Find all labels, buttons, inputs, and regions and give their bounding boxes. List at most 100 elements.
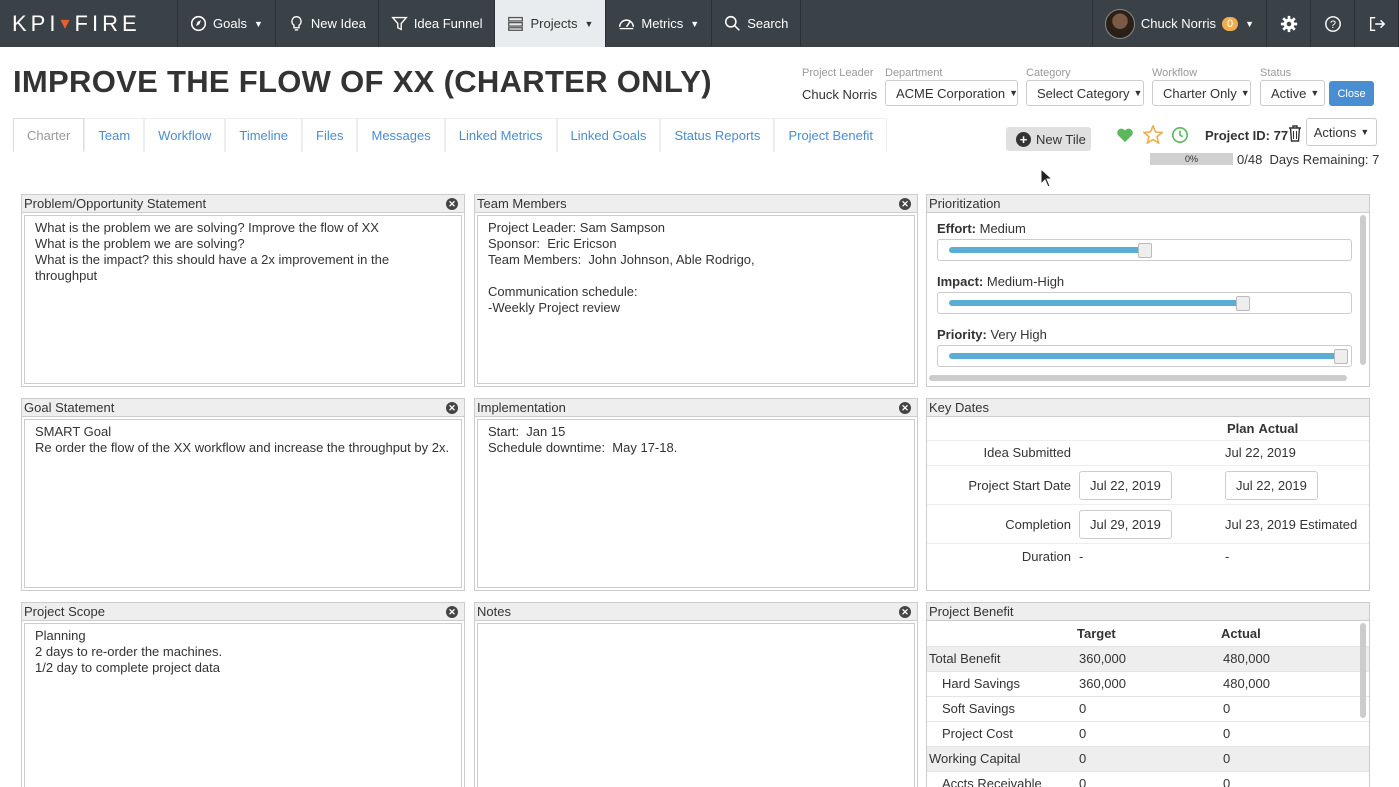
row-label: Completion bbox=[1005, 516, 1071, 532]
tab-team[interactable]: Team bbox=[84, 118, 145, 152]
days-remaining: Days Remaining: 7 bbox=[1269, 152, 1380, 167]
progress-summary: 0/48 Days Remaining: 7 bbox=[1237, 152, 1379, 167]
close-icon[interactable]: ✕ bbox=[899, 401, 911, 414]
project-leader-label: Project Leader bbox=[802, 67, 874, 79]
effort-slider-handle[interactable] bbox=[1138, 243, 1152, 258]
funnel-icon bbox=[391, 16, 408, 31]
help-button[interactable]: ? bbox=[1311, 0, 1355, 47]
close-icon[interactable]: ✕ bbox=[446, 605, 458, 618]
benefit-table: Target Actual Total Benefit 360,000 480,000… bbox=[927, 621, 1369, 787]
effort-label: Effort: Medium bbox=[937, 221, 1026, 236]
key-dates-rows: Idea Submitted Jul 22, 2019 Project Start… bbox=[927, 441, 1369, 569]
goal-statement-text[interactable]: SMART Goal Re order the flow of the XX w… bbox=[24, 419, 462, 588]
nav-new-idea-label: New Idea bbox=[310, 16, 366, 31]
trash-icon[interactable] bbox=[1288, 125, 1302, 142]
close-icon[interactable]: ✕ bbox=[899, 605, 911, 618]
status-dropdown[interactable]: Active ▼ bbox=[1260, 80, 1325, 106]
tab-charter[interactable]: Charter bbox=[13, 118, 85, 152]
heart-icon[interactable] bbox=[1116, 127, 1134, 143]
tab-messages[interactable]: Messages bbox=[357, 118, 445, 152]
plan-date-input[interactable]: Jul 22, 2019 bbox=[1079, 470, 1172, 500]
nav-search[interactable]: Search bbox=[712, 0, 802, 47]
row-label: Duration bbox=[1021, 548, 1071, 564]
kpifire-logo[interactable]: KPI ▾ FIRE bbox=[0, 0, 178, 47]
impact-value: Medium-High bbox=[986, 274, 1065, 289]
progress-percent: 0% bbox=[1184, 154, 1198, 164]
project-id: Project ID: 77 bbox=[1205, 128, 1289, 143]
nav-metrics[interactable]: Metrics ▼ bbox=[606, 0, 713, 47]
problem-statement-text[interactable]: What is the problem we are solving? Impr… bbox=[24, 215, 462, 384]
category-label: Category bbox=[1026, 67, 1071, 79]
settings-button[interactable] bbox=[1267, 0, 1311, 47]
close-icon[interactable]: ✕ bbox=[446, 197, 458, 210]
department-dropdown[interactable]: ACME Corporation ▼ bbox=[885, 80, 1018, 106]
plan-date-input[interactable]: Jul 29, 2019 bbox=[1079, 509, 1172, 539]
team-members-text[interactable]: Project Leader: Sam Sampson Sponsor: Eri… bbox=[477, 215, 915, 384]
logout-button[interactable] bbox=[1355, 0, 1399, 47]
row-label: Project Cost bbox=[942, 726, 1013, 741]
clock-icon[interactable] bbox=[1171, 126, 1189, 144]
star-icon[interactable] bbox=[1143, 125, 1163, 144]
priority-slider[interactable] bbox=[937, 345, 1352, 367]
target-value: 360,000 bbox=[1079, 651, 1126, 666]
horizontal-scrollbar[interactable] bbox=[929, 375, 1347, 381]
tab-linked-goals[interactable]: Linked Goals bbox=[556, 118, 661, 152]
impact-slider-handle[interactable] bbox=[1236, 296, 1250, 311]
workflow-dropdown[interactable]: Charter Only ▼ bbox=[1152, 80, 1251, 106]
effort-value: Medium bbox=[979, 221, 1026, 236]
key-dates-table: Plan Actual bbox=[927, 417, 1369, 441]
top-navbar: KPI ▾ FIRE Goals ▼ New Idea Idea Funnel Pro… bbox=[0, 0, 1399, 47]
tab-linked-metrics[interactable]: Linked Metrics bbox=[444, 118, 557, 152]
impact-slider[interactable] bbox=[937, 292, 1352, 314]
effort-slider[interactable] bbox=[937, 239, 1352, 261]
project-scope-text[interactable]: Planning 2 days to re-order the machines… bbox=[24, 623, 462, 787]
tab-workflow[interactable]: Workflow bbox=[144, 118, 226, 152]
actions-dropdown[interactable]: Actions ▼ bbox=[1306, 118, 1377, 146]
actual-date-input[interactable]: Jul 22, 2019 bbox=[1225, 470, 1318, 500]
vertical-scrollbar[interactable] bbox=[1360, 623, 1366, 718]
nav-idea-funnel[interactable]: Idea Funnel bbox=[379, 0, 496, 47]
plan-value: - bbox=[1079, 548, 1084, 564]
tab-project-benefit[interactable]: Project Benefit bbox=[774, 118, 887, 152]
tab-status-reports[interactable]: Status Reports bbox=[660, 118, 775, 152]
implementation-text[interactable]: Start: Jan 15 Schedule downtime: May 17-… bbox=[477, 419, 915, 588]
nav-projects[interactable]: Projects ▼ bbox=[495, 0, 607, 47]
department-value: ACME Corporation bbox=[896, 85, 1006, 101]
close-button[interactable]: Close bbox=[1329, 81, 1374, 106]
priority-value: Very High bbox=[990, 327, 1047, 342]
priority-label: Priority: Very High bbox=[937, 327, 1047, 342]
caret-down-icon: ▼ bbox=[1245, 18, 1254, 29]
status-label: Status bbox=[1260, 67, 1292, 79]
target-value: 0 bbox=[1079, 701, 1087, 716]
panel-title: Implementation bbox=[477, 400, 566, 415]
table-row: Completion Jul 29, 2019 Jul 23, 2019 Estim… bbox=[927, 505, 1369, 544]
gear-icon bbox=[1280, 15, 1297, 32]
table-row: Idea Submitted Jul 22, 2019 bbox=[927, 441, 1369, 466]
category-dropdown[interactable]: Select Category ▼ bbox=[1026, 80, 1144, 106]
caret-down-icon: ▼ bbox=[1009, 88, 1019, 98]
implementation-panel: Implementation ✕ Start: Jan 15 Schedule d… bbox=[474, 398, 918, 591]
tab-files[interactable]: Files bbox=[302, 118, 358, 152]
priority-slider-handle[interactable] bbox=[1334, 349, 1348, 364]
notes-text[interactable] bbox=[477, 623, 915, 787]
user-menu[interactable]: Chuck Norris 0 ▼ bbox=[1091, 0, 1267, 47]
vertical-scrollbar[interactable] bbox=[1360, 215, 1366, 365]
nav-goals[interactable]: Goals ▼ bbox=[178, 0, 276, 47]
table-row: Soft Savings 0 0 bbox=[927, 696, 1369, 721]
gauge-icon bbox=[619, 19, 635, 30]
lightbulb-icon bbox=[291, 16, 302, 31]
close-icon[interactable]: ✕ bbox=[899, 197, 911, 210]
panel-title: Team Members bbox=[477, 196, 567, 211]
new-tile-button[interactable]: + New Tile bbox=[1006, 127, 1091, 151]
actual-value: Jul 23, 2019 Estimated bbox=[1225, 516, 1358, 532]
projects-icon bbox=[508, 16, 524, 31]
priority-slider-fill bbox=[949, 353, 1340, 359]
close-icon[interactable]: ✕ bbox=[446, 401, 458, 414]
team-members-panel: Team Members ✕ Project Leader: Sam Sampso… bbox=[474, 194, 918, 387]
tab-timeline[interactable]: Timeline bbox=[225, 118, 303, 152]
row-label: Soft Savings bbox=[942, 701, 1015, 716]
search-icon bbox=[725, 15, 741, 31]
nav-new-idea[interactable]: New Idea bbox=[276, 0, 379, 47]
new-tile-label: New Tile bbox=[1036, 131, 1086, 147]
plus-circle-icon: + bbox=[1016, 131, 1031, 147]
